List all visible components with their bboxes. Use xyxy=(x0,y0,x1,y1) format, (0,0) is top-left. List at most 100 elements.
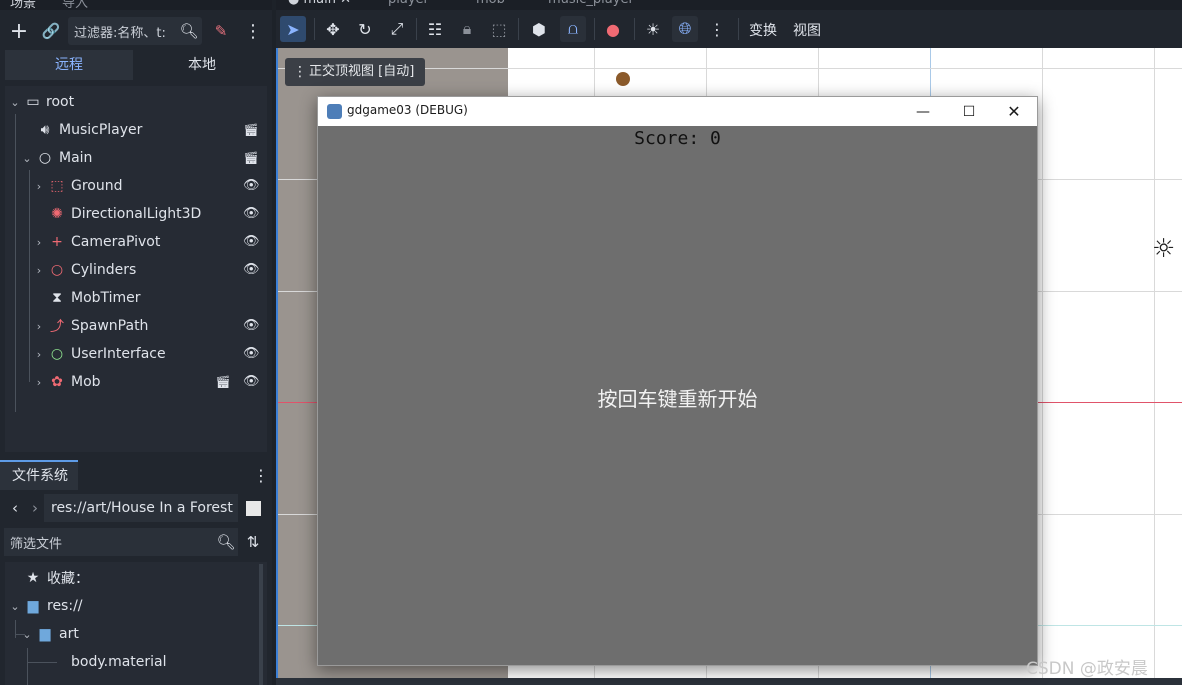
path-field[interactable]: res://art/House In a Forest xyxy=(44,494,238,522)
toolbar-separator xyxy=(314,18,315,40)
select-tool-icon[interactable]: ➤ xyxy=(280,16,306,42)
node-label: root xyxy=(46,94,75,110)
expand-arrow-icon[interactable]: › xyxy=(33,348,45,361)
visibility-eye-icon[interactable]: 👁︎ xyxy=(243,346,260,362)
tab-filesystem[interactable]: 文件系统 xyxy=(0,460,78,490)
viewport-bottom-bar xyxy=(276,678,1182,685)
sort-icon[interactable]: ⇅ xyxy=(240,529,266,555)
scene-instance-icon[interactable]: 🎬︎ xyxy=(215,375,231,389)
local-space-icon[interactable]: ⬢ xyxy=(526,16,552,42)
node3d-root-icon: ▭ xyxy=(26,94,40,110)
filesystem-header: 文件系统 ⋮ xyxy=(0,460,272,490)
light-gizmo-icon[interactable]: ☼ xyxy=(1152,234,1175,264)
maximize-icon[interactable]: ☐ xyxy=(946,97,992,126)
file-row-body-material[interactable]: body.material xyxy=(5,648,267,676)
node3d-icon: ○ xyxy=(50,262,64,278)
tab-local[interactable]: 本地 xyxy=(137,50,267,80)
tab-music-player-partial[interactable]: music_player xyxy=(548,0,634,7)
minimize-icon[interactable]: — xyxy=(900,97,946,126)
object-marker[interactable] xyxy=(616,72,630,86)
file-filter-input[interactable]: 筛选文件 xyxy=(4,528,238,556)
folder-icon: ▆ xyxy=(27,598,39,614)
tree-row-ground[interactable]: › ⬚ Ground 👁︎ xyxy=(5,172,267,200)
tab-mob-partial[interactable]: mob xyxy=(476,0,505,7)
group-icon[interactable]: ⬚ xyxy=(486,16,512,42)
path3d-icon: ⤴ xyxy=(50,319,64,335)
folder-label: res:// xyxy=(47,598,83,614)
tree-row-camerapivot[interactable]: › + CameraPivot 👁︎ xyxy=(5,228,267,256)
expand-arrow-icon[interactable]: › xyxy=(33,320,45,333)
scene-instance-icon[interactable]: 🎬︎ xyxy=(243,151,259,165)
filter-placeholder: 过滤器:名称、t: xyxy=(74,26,166,41)
scene-tree: ⌄ ▭ root 🔊︎ MusicPlayer 🎬︎ ⌄ ○ Main 🎬︎ ›… xyxy=(5,86,267,452)
expand-arrow-icon[interactable]: › xyxy=(33,236,45,249)
view-menu-button[interactable]: ⋮ 正交顶视图 [自动] xyxy=(285,58,425,86)
camera-icon[interactable]: ● xyxy=(600,16,626,42)
node-label: SpawnPath xyxy=(71,318,149,334)
move-tool-icon[interactable]: ✥ xyxy=(320,16,346,42)
game-debug-window[interactable]: gdgame03 (DEBUG) — ☐ ✕ Score: 0 按回车键重新开始 xyxy=(317,96,1038,666)
toolbar-separator xyxy=(634,18,635,40)
visibility-eye-icon[interactable]: 👁︎ xyxy=(243,206,260,222)
transform-menu[interactable]: 变换 xyxy=(749,20,777,40)
tree-row-directionallight[interactable]: ✺ DirectionalLight3D 👁︎ xyxy=(5,200,267,228)
favorites-label: 收藏： xyxy=(47,571,89,587)
tree-row-userinterface[interactable]: › ○ UserInterface 👁︎ xyxy=(5,340,267,368)
audio-stream-player-icon: 🔊︎ xyxy=(40,122,50,138)
tree-row-musicplayer[interactable]: 🔊︎ MusicPlayer 🎬︎ xyxy=(5,116,267,144)
tree-row-root[interactable]: ⌄ ▭ root xyxy=(5,88,267,116)
filesystem-path-row: ‹ › res://art/House In a Forest xyxy=(0,494,272,524)
scene-instance-icon[interactable]: 🎬︎ xyxy=(243,123,259,137)
view-menu[interactable]: 视图 xyxy=(793,20,821,40)
visibility-eye-icon[interactable]: 👁︎ xyxy=(243,178,260,194)
add-node-icon[interactable]: + xyxy=(6,18,32,44)
scale-tool-icon[interactable]: ⤢ xyxy=(384,16,410,42)
rotate-tool-icon[interactable]: ↻ xyxy=(352,16,378,42)
link-icon[interactable]: 🔗 xyxy=(38,18,64,44)
close-icon[interactable]: ✕ xyxy=(991,97,1037,126)
expand-arrow-icon[interactable]: › xyxy=(33,180,45,193)
tree-row-main[interactable]: ⌄ ○ Main 🎬︎ xyxy=(5,144,267,172)
favorites-row[interactable]: ★ 收藏： xyxy=(5,564,267,592)
folder-row-art[interactable]: ⌄ ▆ art xyxy=(5,620,267,648)
lock-icon[interactable]: 🔒︎ xyxy=(454,16,480,42)
tree-row-mob[interactable]: › ✿ Mob 🎬︎ 👁︎ xyxy=(5,368,267,396)
toggle-split-icon[interactable] xyxy=(246,501,261,516)
script-icon[interactable]: ✎ xyxy=(208,18,234,44)
collapse-arrow-icon[interactable]: ⌄ xyxy=(21,152,33,165)
more-menu-icon[interactable]: ⋮ xyxy=(240,18,266,44)
visibility-eye-icon[interactable]: 👁︎ xyxy=(243,318,260,334)
visibility-eye-icon[interactable]: 👁︎ xyxy=(243,262,260,278)
tree-row-spawnpath[interactable]: › ⤴ SpawnPath 👁︎ xyxy=(5,312,267,340)
search-icon: 🔍︎ xyxy=(216,533,236,551)
snap-icon[interactable]: ⩍ xyxy=(560,16,586,42)
window-titlebar[interactable]: gdgame03 (DEBUG) — ☐ ✕ xyxy=(318,97,1037,126)
folder-row-res[interactable]: ⌄ ▆ res:// xyxy=(5,592,267,620)
collapse-arrow-icon[interactable]: ⌄ xyxy=(9,600,21,613)
sun-preview-icon[interactable]: ☀ xyxy=(640,16,666,42)
collapse-arrow-icon[interactable]: ⌄ xyxy=(9,96,21,109)
score-label: Score: 0 xyxy=(634,128,721,149)
environment-icon[interactable]: 🌐︎ xyxy=(672,16,698,42)
visibility-eye-icon[interactable]: 👁︎ xyxy=(243,374,260,390)
tree-row-mobtimer[interactable]: ⧗ MobTimer xyxy=(5,284,267,312)
tab-import-partial[interactable]: 导入 xyxy=(62,0,88,10)
expand-arrow-icon[interactable]: › xyxy=(33,376,45,389)
tree-row-cylinders[interactable]: › ○ Cylinders 👁︎ xyxy=(5,256,267,284)
tab-scene-partial[interactable]: 场景 xyxy=(10,0,36,10)
more-menu-icon[interactable]: ⋮ xyxy=(704,16,730,42)
list-select-icon[interactable]: ☷ xyxy=(422,16,448,42)
node-label: MobTimer xyxy=(71,290,141,306)
visibility-eye-icon[interactable]: 👁︎ xyxy=(243,234,260,250)
expand-arrow-icon[interactable]: › xyxy=(33,264,45,277)
grid-line xyxy=(1154,48,1155,678)
tab-main-partial[interactable]: ● main ✕ xyxy=(288,0,351,7)
toolbar-separator xyxy=(594,18,595,40)
star-icon: ★ xyxy=(26,570,40,586)
search-icon: 🔍︎ xyxy=(179,22,199,40)
tab-player-partial[interactable]: player xyxy=(388,0,429,7)
tab-remote[interactable]: 远程 xyxy=(5,50,133,80)
collapse-arrow-icon[interactable]: ⌄ xyxy=(21,628,33,641)
static-body-icon: ⬚ xyxy=(50,178,64,194)
more-menu-icon[interactable]: ⋮ xyxy=(248,462,274,488)
